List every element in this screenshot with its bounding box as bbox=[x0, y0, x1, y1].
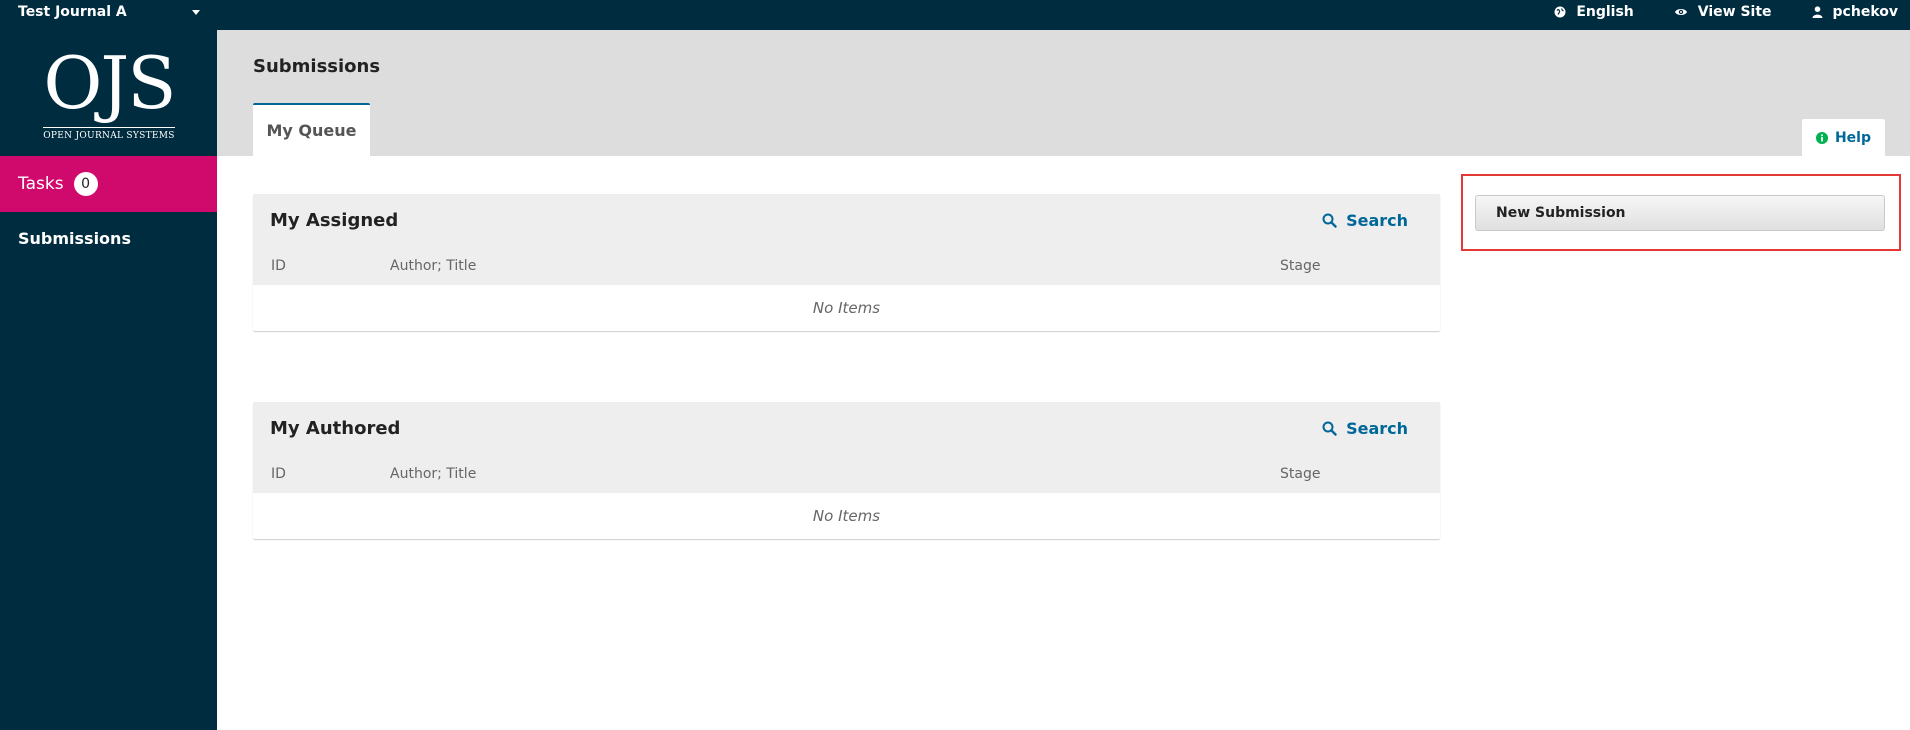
column-header-id: ID bbox=[271, 466, 286, 482]
page-title: Submissions bbox=[253, 56, 381, 77]
info-icon bbox=[1815, 131, 1828, 144]
user-icon bbox=[1812, 6, 1823, 18]
column-header-stage: Stage bbox=[1280, 466, 1321, 482]
search-button[interactable]: Search bbox=[1322, 211, 1408, 230]
empty-state-text: No Items bbox=[812, 507, 881, 525]
globe-icon bbox=[1554, 6, 1566, 18]
new-submission-button[interactable]: New Submission bbox=[1475, 195, 1885, 231]
panel-list-body: No Items bbox=[253, 285, 1440, 331]
sidebar-item-tasks[interactable]: Tasks 0 bbox=[0, 156, 217, 212]
journal-name: Test Journal A bbox=[18, 4, 127, 20]
tasks-count-badge: 0 bbox=[73, 172, 98, 196]
sidebar-item-submissions[interactable]: Submissions bbox=[18, 229, 131, 248]
tasks-label: Tasks bbox=[18, 174, 64, 194]
eye-icon bbox=[1674, 9, 1687, 15]
tab-my-queue[interactable]: My Queue bbox=[253, 103, 370, 156]
view-site-link[interactable]: View Site bbox=[1674, 4, 1772, 20]
help-button[interactable]: Help bbox=[1802, 119, 1885, 156]
search-button[interactable]: Search bbox=[1322, 419, 1408, 438]
column-header-author-title: Author; Title bbox=[390, 258, 477, 274]
logo-subtitle: OPEN JOURNAL SYSTEMS bbox=[43, 127, 175, 141]
top-bar: Test Journal A English View Site pchekov bbox=[0, 0, 1910, 30]
panel-title: My Assigned bbox=[270, 210, 399, 231]
user-menu[interactable]: pchekov bbox=[1812, 4, 1898, 20]
help-label: Help bbox=[1834, 129, 1872, 146]
journal-switcher[interactable]: Test Journal A bbox=[18, 0, 200, 24]
column-header-author-title: Author; Title bbox=[390, 466, 477, 482]
my-authored-panel: My Authored Search ID Author; Title Stag… bbox=[253, 402, 1440, 539]
panel-list-body: No Items bbox=[253, 493, 1440, 539]
search-label: Search bbox=[1346, 419, 1408, 438]
language-link[interactable]: English bbox=[1554, 4, 1634, 20]
column-header-id: ID bbox=[271, 258, 286, 274]
search-icon bbox=[1322, 421, 1337, 436]
search-label: Search bbox=[1346, 211, 1408, 230]
username-label: pchekov bbox=[1832, 4, 1898, 20]
page-header: Submissions My Queue Help bbox=[217, 30, 1910, 156]
panel-title: My Authored bbox=[270, 418, 401, 439]
language-label: English bbox=[1576, 4, 1634, 20]
search-icon bbox=[1322, 213, 1337, 228]
ojs-logo[interactable]: OJS OPEN JOURNAL SYSTEMS bbox=[43, 41, 177, 142]
user-navigation: English View Site pchekov bbox=[1554, 0, 1910, 24]
sidebar: OJS OPEN JOURNAL SYSTEMS Tasks 0 Submiss… bbox=[0, 30, 217, 730]
view-site-label: View Site bbox=[1697, 4, 1772, 20]
empty-state-text: No Items bbox=[812, 299, 881, 317]
column-header-stage: Stage bbox=[1280, 258, 1321, 274]
caret-down-icon bbox=[192, 10, 200, 15]
my-assigned-panel: My Assigned Search ID Author; Title Stag… bbox=[253, 194, 1440, 331]
logo-mark: OJS bbox=[43, 41, 176, 125]
